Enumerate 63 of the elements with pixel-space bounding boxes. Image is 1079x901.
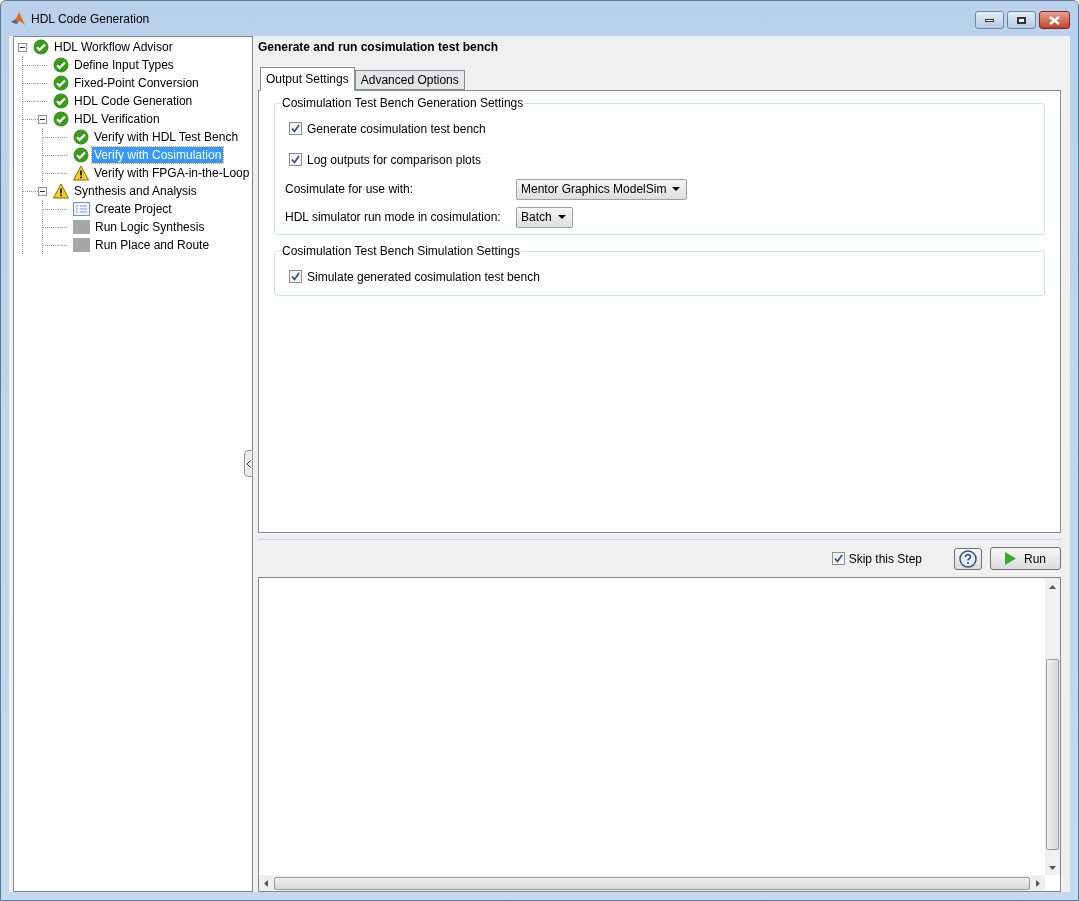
check-icon — [53, 75, 69, 91]
field-label: Cosimulate for use with: — [285, 181, 415, 198]
maximize-button[interactable] — [1007, 11, 1036, 29]
tree-item[interactable]: Verify with FPGA-in-the-Loop — [92, 165, 252, 181]
checkbox[interactable] — [289, 153, 302, 166]
checkbox-label: Generate cosimulation test bench — [307, 120, 486, 138]
run-button[interactable]: Run — [990, 547, 1061, 570]
tree-item[interactable]: Fixed-Point Conversion — [72, 75, 201, 91]
scroll-down-icon — [1049, 866, 1056, 870]
tree-item[interactable]: HDL Code Generation — [72, 93, 195, 109]
minimize-button[interactable] — [975, 11, 1004, 29]
check-icon — [73, 147, 89, 163]
task-title: Generate and run cosimulation test bench — [258, 39, 500, 56]
tab[interactable]: Advanced Options — [354, 70, 465, 90]
check-icon — [53, 57, 69, 73]
close-button[interactable] — [1039, 11, 1070, 29]
check-icon — [73, 129, 89, 145]
dropdown[interactable]: Batch — [516, 206, 573, 228]
check-icon — [53, 93, 69, 109]
warning-icon — [73, 165, 89, 181]
tree-item[interactable]: HDL Verification — [72, 111, 162, 127]
checkbox-label: Log outputs for comparison plots — [307, 151, 482, 169]
group-title: Cosimulation Test Bench Simulation Settings — [281, 244, 521, 258]
scroll-up-icon — [1049, 585, 1056, 589]
app-logo-icon — [10, 10, 26, 27]
check-icon — [53, 111, 69, 127]
window-title: HDL Code Generation — [31, 10, 150, 28]
field-label: HDL simulator run mode in cosimulation: — [285, 209, 502, 226]
tree-item[interactable]: Synthesis and Analysis — [72, 183, 199, 199]
scroll-left-icon — [264, 879, 268, 887]
group-title: Cosimulation Test Bench Generation Settings — [281, 96, 525, 110]
checkbox[interactable] — [289, 270, 302, 283]
task-icon — [73, 220, 90, 234]
collapse-toggle[interactable] — [38, 186, 47, 196]
checkbox[interactable] — [831, 552, 845, 565]
tree-item[interactable]: HDL Workflow Advisor — [52, 39, 175, 55]
tree-item[interactable]: Define Input Types — [72, 57, 176, 73]
tree-item[interactable]: Create Project — [93, 201, 174, 217]
checkbox-label: Simulate generated cosimulation test bench — [307, 268, 540, 286]
tree-item[interactable]: Verify with HDL Test Bench — [92, 129, 241, 145]
check-icon — [33, 39, 49, 55]
horizontal-scrollbar[interactable] — [259, 875, 1045, 891]
help-button[interactable] — [954, 547, 982, 570]
task-icon — [73, 238, 90, 252]
checkbox-label: Skip this Step — [848, 550, 922, 568]
list-icon — [73, 202, 90, 216]
collapse-toggle[interactable] — [38, 114, 47, 124]
warning-icon — [53, 183, 69, 199]
dropdown[interactable]: Mentor Graphics ModelSim — [516, 178, 688, 200]
dropdown-arrow-icon — [672, 187, 681, 191]
tab[interactable]: Output Settings — [260, 67, 355, 91]
close-icon — [1049, 15, 1060, 25]
chevron-left-icon — [246, 459, 251, 468]
vertical-scrollbar[interactable] — [1045, 578, 1060, 875]
tree-item[interactable]: Run Logic Synthesis — [93, 219, 207, 235]
checkbox[interactable] — [289, 122, 302, 135]
scroll-right-icon — [1036, 879, 1040, 887]
collapse-toggle[interactable] — [18, 42, 27, 52]
help-icon — [959, 549, 977, 568]
tree-item[interactable]: Run Place and Route — [93, 237, 212, 253]
collapse-handle[interactable] — [244, 450, 253, 477]
play-icon — [1005, 552, 1016, 565]
dropdown-arrow-icon — [557, 215, 566, 219]
